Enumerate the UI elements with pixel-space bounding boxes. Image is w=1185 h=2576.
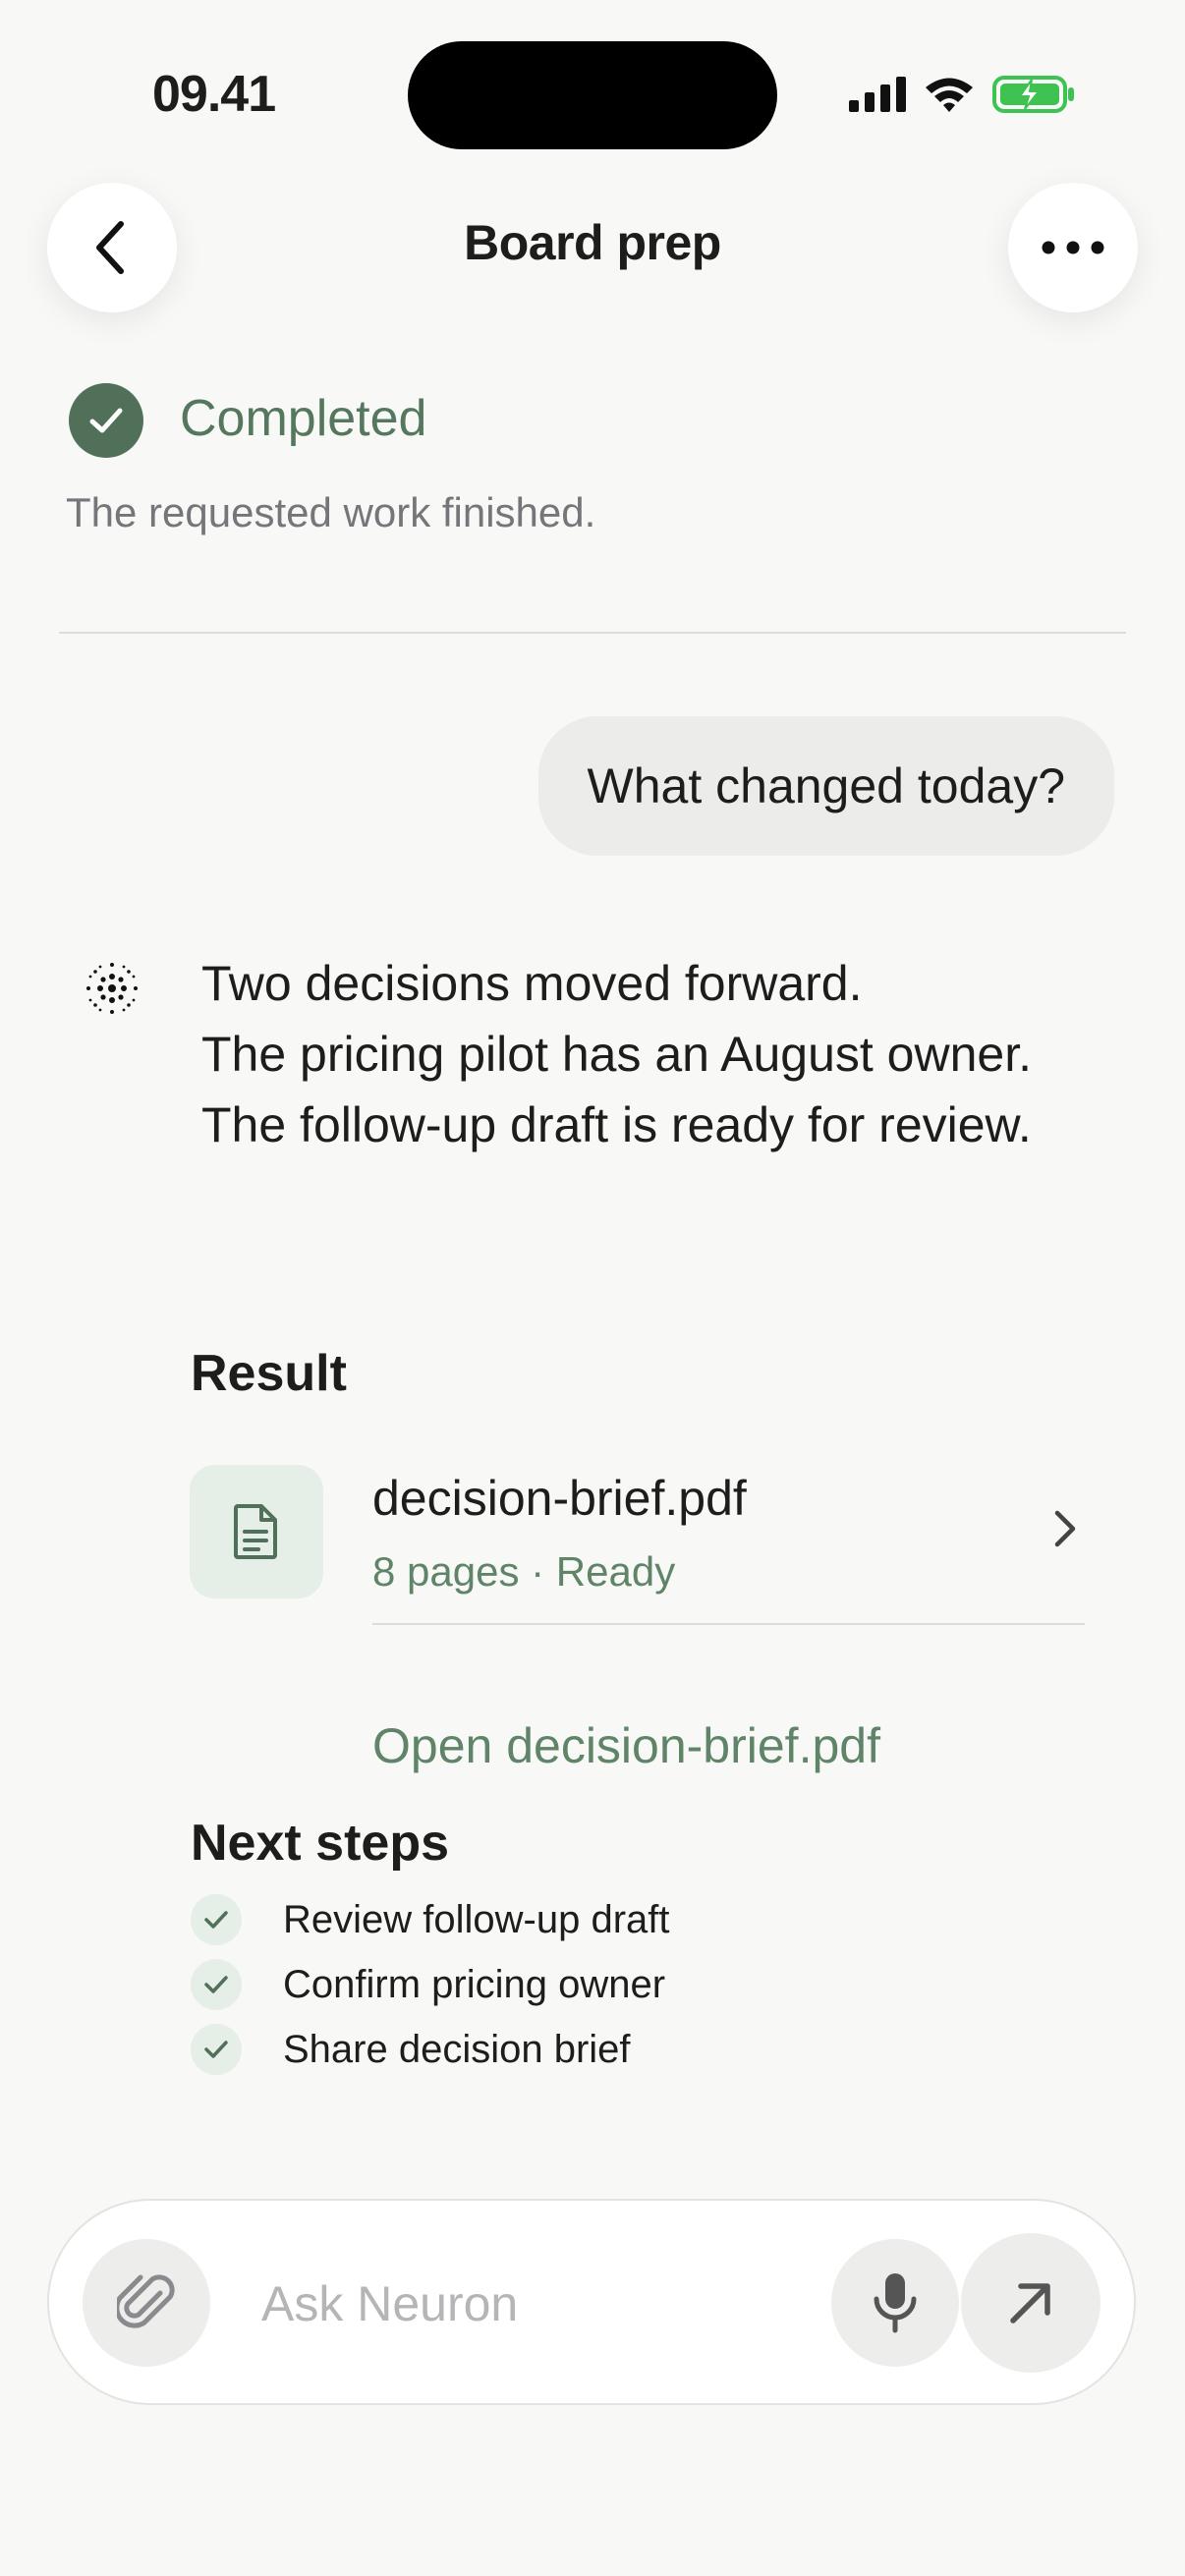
assistant-line: The pricing pilot has an August owner. bbox=[201, 1027, 1032, 1082]
status-description: The requested work finished. bbox=[66, 489, 596, 535]
next-step-label: Review follow-up draft bbox=[283, 1897, 670, 1941]
paperclip-icon bbox=[117, 2274, 175, 2328]
status-icons bbox=[849, 71, 1077, 118]
status-time: 09.41 bbox=[152, 66, 276, 123]
arrow-up-right-icon bbox=[1010, 2283, 1050, 2324]
section-divider bbox=[59, 632, 1126, 634]
assistant-message: Two decisions moved forward. The pricing… bbox=[201, 948, 1032, 1160]
attach-button[interactable] bbox=[83, 2239, 210, 2367]
microphone-button[interactable] bbox=[831, 2239, 959, 2367]
file-name[interactable]: decision-brief.pdf bbox=[372, 1470, 747, 1527]
next-step-item: Confirm pricing owner bbox=[191, 1957, 665, 2012]
file-meta: 8 pages · Ready bbox=[372, 1548, 676, 1595]
completed-check-icon bbox=[69, 383, 143, 458]
more-button[interactable] bbox=[1008, 183, 1138, 312]
document-icon bbox=[234, 1504, 277, 1559]
file-divider bbox=[372, 1623, 1085, 1625]
send-button[interactable] bbox=[961, 2233, 1100, 2373]
assistant-line: Two decisions moved forward. bbox=[201, 956, 863, 1011]
next-step-item: Review follow-up draft bbox=[191, 1892, 670, 1947]
signal-icon bbox=[849, 77, 906, 112]
check-icon bbox=[191, 2024, 242, 2075]
next-steps-heading: Next steps bbox=[191, 1815, 449, 1872]
dynamic-island bbox=[408, 41, 777, 149]
result-heading: Result bbox=[191, 1345, 347, 1402]
microphone-icon bbox=[874, 2273, 917, 2333]
battery-charging-icon bbox=[992, 76, 1074, 113]
check-icon bbox=[191, 1959, 242, 2010]
next-step-label: Share decision brief bbox=[283, 2027, 631, 2071]
assistant-avatar-icon bbox=[86, 963, 138, 1014]
check-icon bbox=[191, 1894, 242, 1945]
next-step-label: Confirm pricing owner bbox=[283, 1962, 666, 2006]
assistant-line: The follow-up draft is ready for review. bbox=[201, 1097, 1032, 1152]
more-horizontal-icon bbox=[1042, 241, 1104, 254]
file-thumbnail[interactable] bbox=[190, 1465, 323, 1598]
user-message-bubble: What changed today? bbox=[537, 716, 1114, 856]
wifi-icon bbox=[926, 78, 973, 112]
status-label: Completed bbox=[180, 390, 427, 447]
page-title: Board prep bbox=[464, 215, 721, 270]
chevron-right-icon[interactable] bbox=[1051, 1507, 1079, 1550]
message-input[interactable] bbox=[261, 2265, 812, 2343]
open-file-link[interactable]: Open decision-brief.pdf bbox=[372, 1717, 880, 1774]
next-step-item: Share decision brief bbox=[191, 2022, 631, 2077]
